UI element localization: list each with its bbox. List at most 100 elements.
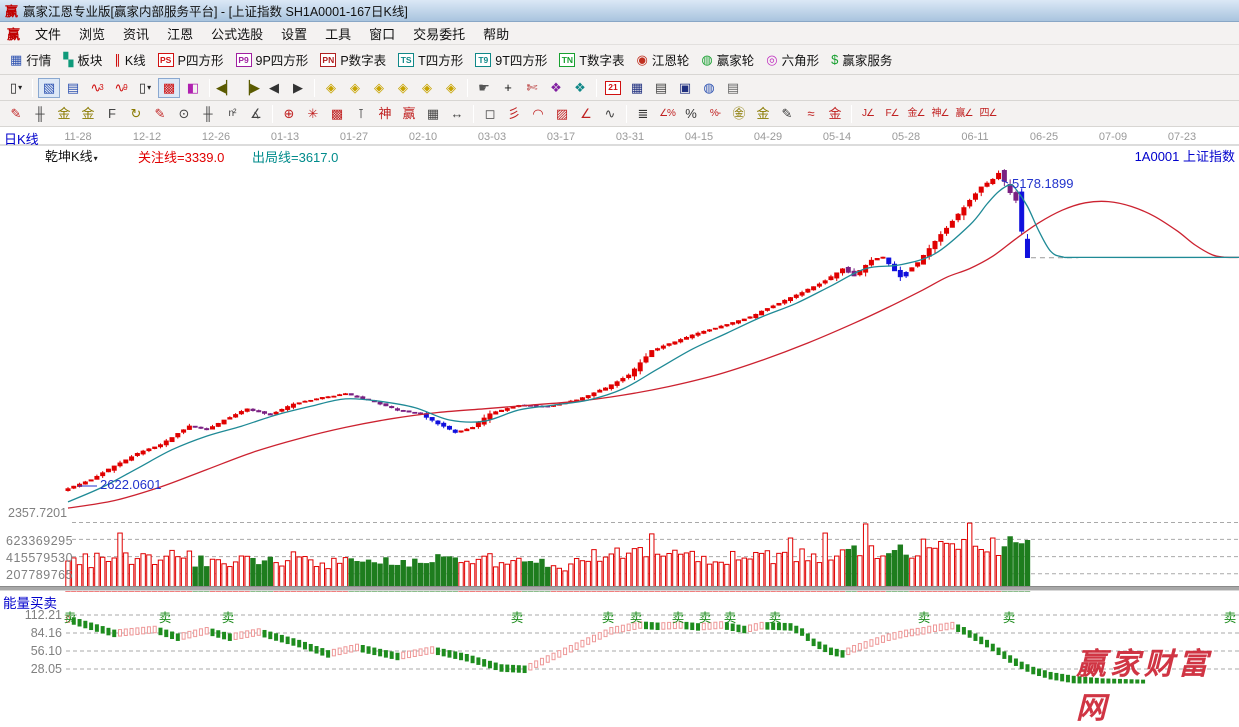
tool-export-web-icon[interactable]: ◍ bbox=[698, 78, 720, 98]
tool-band-wave-icon[interactable]: ≈ bbox=[800, 104, 822, 124]
tool-f-angle-icon[interactable]: F∠ bbox=[881, 104, 903, 124]
9t-square-icon: T9 bbox=[475, 53, 491, 67]
tool-spiral-icon[interactable]: ↻ bbox=[125, 104, 147, 124]
toolbar-button-winner-wheel[interactable]: ◍赢家轮 bbox=[695, 48, 760, 71]
toolbar-button-quotes[interactable]: ▦行情 bbox=[4, 48, 57, 71]
tool-angle-mirror-icon[interactable]: ∡ bbox=[245, 104, 267, 124]
tool-gold-circle-icon[interactable]: ㊎ bbox=[728, 104, 750, 124]
tool-qiankun-grid-icon[interactable]: ▩ bbox=[158, 78, 180, 98]
toolbar-button-winner-service[interactable]: $赢家服务 bbox=[825, 48, 898, 71]
tool-arc-box-icon[interactable]: ◠ bbox=[527, 104, 549, 124]
menu-formula-pick[interactable]: 公式选股 bbox=[202, 22, 272, 45]
tool-gold-levels-icon[interactable]: 金 bbox=[752, 104, 774, 124]
tool-zoom-out-h-icon[interactable]: ◈ bbox=[368, 78, 390, 98]
tool-angle-line-icon[interactable]: ∠ bbox=[575, 104, 597, 124]
tool-ink-marker-icon[interactable]: ✎ bbox=[776, 104, 798, 124]
tool-h-lines-icon[interactable]: ╫ bbox=[29, 104, 51, 124]
tool-gold-red-icon[interactable]: 金 bbox=[824, 104, 846, 124]
toolbar-button-t-square[interactable]: TST四方形 bbox=[392, 48, 469, 71]
tool-f10-info-icon[interactable]: ▤ bbox=[62, 78, 84, 98]
tool-candle-type-icon[interactable]: ▯▾ bbox=[134, 78, 156, 98]
tool-time-circle-icon[interactable]: ⊙ bbox=[173, 104, 195, 124]
toolbar-button-9t-square[interactable]: T9 9T四方形 bbox=[469, 48, 553, 71]
tool-winner-tool-icon[interactable]: 赢 bbox=[398, 104, 420, 124]
tool-percent-icon[interactable]: % bbox=[680, 104, 702, 124]
menu-settings[interactable]: 设置 bbox=[272, 22, 316, 45]
tool-print-icon[interactable]: ▤ bbox=[722, 78, 744, 98]
tool-j-angle-icon[interactable]: J∠ bbox=[857, 104, 879, 124]
tool-gold-angle-icon[interactable]: 金∠ bbox=[905, 104, 927, 124]
menu-news[interactable]: 资讯 bbox=[114, 22, 158, 45]
menu-file[interactable]: 文件 bbox=[26, 22, 70, 45]
tool-expand-view-icon[interactable]: ◈ bbox=[440, 78, 462, 98]
tool-hand-tool-icon[interactable]: ☛ bbox=[473, 78, 495, 98]
tool-fib-lines-icon[interactable]: F bbox=[101, 104, 123, 124]
kline-chart-svg[interactable]: 11-2812-1212-2601-1301-2702-1003-0303-17… bbox=[0, 127, 1239, 685]
tool-four-angle-icon[interactable]: 四∠ bbox=[977, 104, 999, 124]
menu-gann[interactable]: 江恩 bbox=[158, 22, 202, 45]
tool-color-histogram-icon[interactable]: ◧ bbox=[182, 78, 204, 98]
tool-pan-left-icon[interactable]: ◈ bbox=[320, 78, 342, 98]
tool-n-square-icon[interactable]: n² bbox=[221, 104, 243, 124]
toolbar-button-gann-wheel[interactable]: ◉江恩轮 bbox=[631, 48, 696, 71]
tool-kline-style-icon[interactable]: ▯▾ bbox=[5, 78, 27, 98]
toolbar-button-t-number-table[interactable]: TNT数字表 bbox=[553, 48, 630, 71]
tool-time-seg-icon[interactable]: ⊺ bbox=[350, 104, 372, 124]
tool-step-forward-icon[interactable]: ▶ bbox=[287, 78, 309, 98]
tool-wave-line-icon[interactable]: ∿ bbox=[599, 104, 621, 124]
menu-window[interactable]: 窗口 bbox=[360, 22, 404, 45]
tool-crosshair-tool-icon[interactable]: + bbox=[497, 78, 519, 98]
tool-calculator-icon[interactable]: ▦ bbox=[626, 78, 648, 98]
tool-grid-lines-icon[interactable]: ╫ bbox=[197, 104, 219, 124]
tool-magic-angle-icon[interactable]: 神∠ bbox=[929, 104, 951, 124]
tool-number-grid-icon[interactable]: ▦ bbox=[422, 104, 444, 124]
tool-box-tool-icon[interactable]: ◻ bbox=[479, 104, 501, 124]
tool-jump-first-icon[interactable]: ◀▏ bbox=[215, 78, 237, 98]
kline-type-dropdown[interactable]: 乾坤K线▾ bbox=[45, 146, 98, 165]
tool-chart-window-icon[interactable]: ▧ bbox=[38, 78, 60, 98]
tool-draw-pencil-icon[interactable]: ✎ bbox=[5, 104, 27, 124]
tool-wave-3-icon[interactable]: ∿3 bbox=[86, 78, 108, 98]
9t-square-label: 9T四方形 bbox=[495, 50, 547, 69]
tool-span-measure-icon[interactable]: ↔ bbox=[446, 104, 468, 124]
tool-ray-fan-icon[interactable]: 彡 bbox=[503, 104, 525, 124]
tool-annotate-tool-icon[interactable]: ✄ bbox=[521, 78, 543, 98]
tool-save-icon[interactable]: ▣ bbox=[674, 78, 696, 98]
toolbar-button-sectors[interactable]: ▚板块 bbox=[57, 48, 108, 71]
tool-notes-icon[interactable]: ▤ bbox=[650, 78, 672, 98]
tool-gold-split-lines-2-icon[interactable]: 金 bbox=[77, 104, 99, 124]
tool-jump-last-icon[interactable]: ▕▶ bbox=[239, 78, 261, 98]
toolbar-button-kline[interactable]: ∥K线 bbox=[108, 48, 151, 71]
tool-zoom-in-h-icon[interactable]: ◈ bbox=[392, 78, 414, 98]
menu-browse[interactable]: 浏览 bbox=[70, 22, 114, 45]
tool-winner-angle-icon[interactable]: 赢∠ bbox=[953, 104, 975, 124]
menu-tools[interactable]: 工具 bbox=[316, 22, 360, 45]
toolbar-button-p-number-table[interactable]: PNP数字表 bbox=[314, 48, 392, 71]
chart-area[interactable]: 11-2812-1212-2601-1301-2702-1003-0303-17… bbox=[0, 127, 1239, 685]
toolbar-button-9p-square[interactable]: P99P四方形 bbox=[230, 48, 315, 71]
tool-compress-view-icon[interactable]: ◈ bbox=[416, 78, 438, 98]
menu-help[interactable]: 帮助 bbox=[474, 22, 518, 45]
tool-price-ruler-icon[interactable]: ≣ bbox=[632, 104, 654, 124]
tool-percent-line-icon[interactable]: %- bbox=[704, 104, 726, 124]
tool-wave-9-icon[interactable]: ∿9 bbox=[110, 78, 132, 98]
tool-gann-fan-icon[interactable]: ⊕ bbox=[278, 104, 300, 124]
toolbar-button-p-square[interactable]: PSP四方形 bbox=[152, 48, 230, 71]
pane-splitter[interactable] bbox=[0, 586, 1239, 591]
tool-shade-box-icon[interactable]: ▨ bbox=[551, 104, 573, 124]
svg-text:卖: 卖 bbox=[602, 611, 615, 625]
tool-pan-right-icon[interactable]: ◈ bbox=[344, 78, 366, 98]
tool-gann-web-icon[interactable]: ✳ bbox=[302, 104, 324, 124]
tool-draw-pencil-2-icon[interactable]: ✎ bbox=[149, 104, 171, 124]
toolbar-button-hexagon[interactable]: ◎六角形 bbox=[760, 48, 825, 71]
menu-trade[interactable]: 交易委托 bbox=[404, 22, 474, 45]
tool-gann-tool-purple-icon[interactable]: ❖ bbox=[545, 78, 567, 98]
tool-gann-tool-teal-icon[interactable]: ❖ bbox=[569, 78, 591, 98]
tool-percent-angle-icon[interactable]: ∠% bbox=[656, 104, 678, 124]
tool-gann-box-icon[interactable]: ▩ bbox=[326, 104, 348, 124]
tool-gold-split-lines-icon[interactable]: 金 bbox=[53, 104, 75, 124]
tool-step-back-icon[interactable]: ◀ bbox=[263, 78, 285, 98]
ma-fast-line bbox=[68, 185, 1239, 502]
tool-magic-tool-icon[interactable]: 神 bbox=[374, 104, 396, 124]
tool-calendar-icon[interactable]: 21 bbox=[602, 78, 624, 98]
